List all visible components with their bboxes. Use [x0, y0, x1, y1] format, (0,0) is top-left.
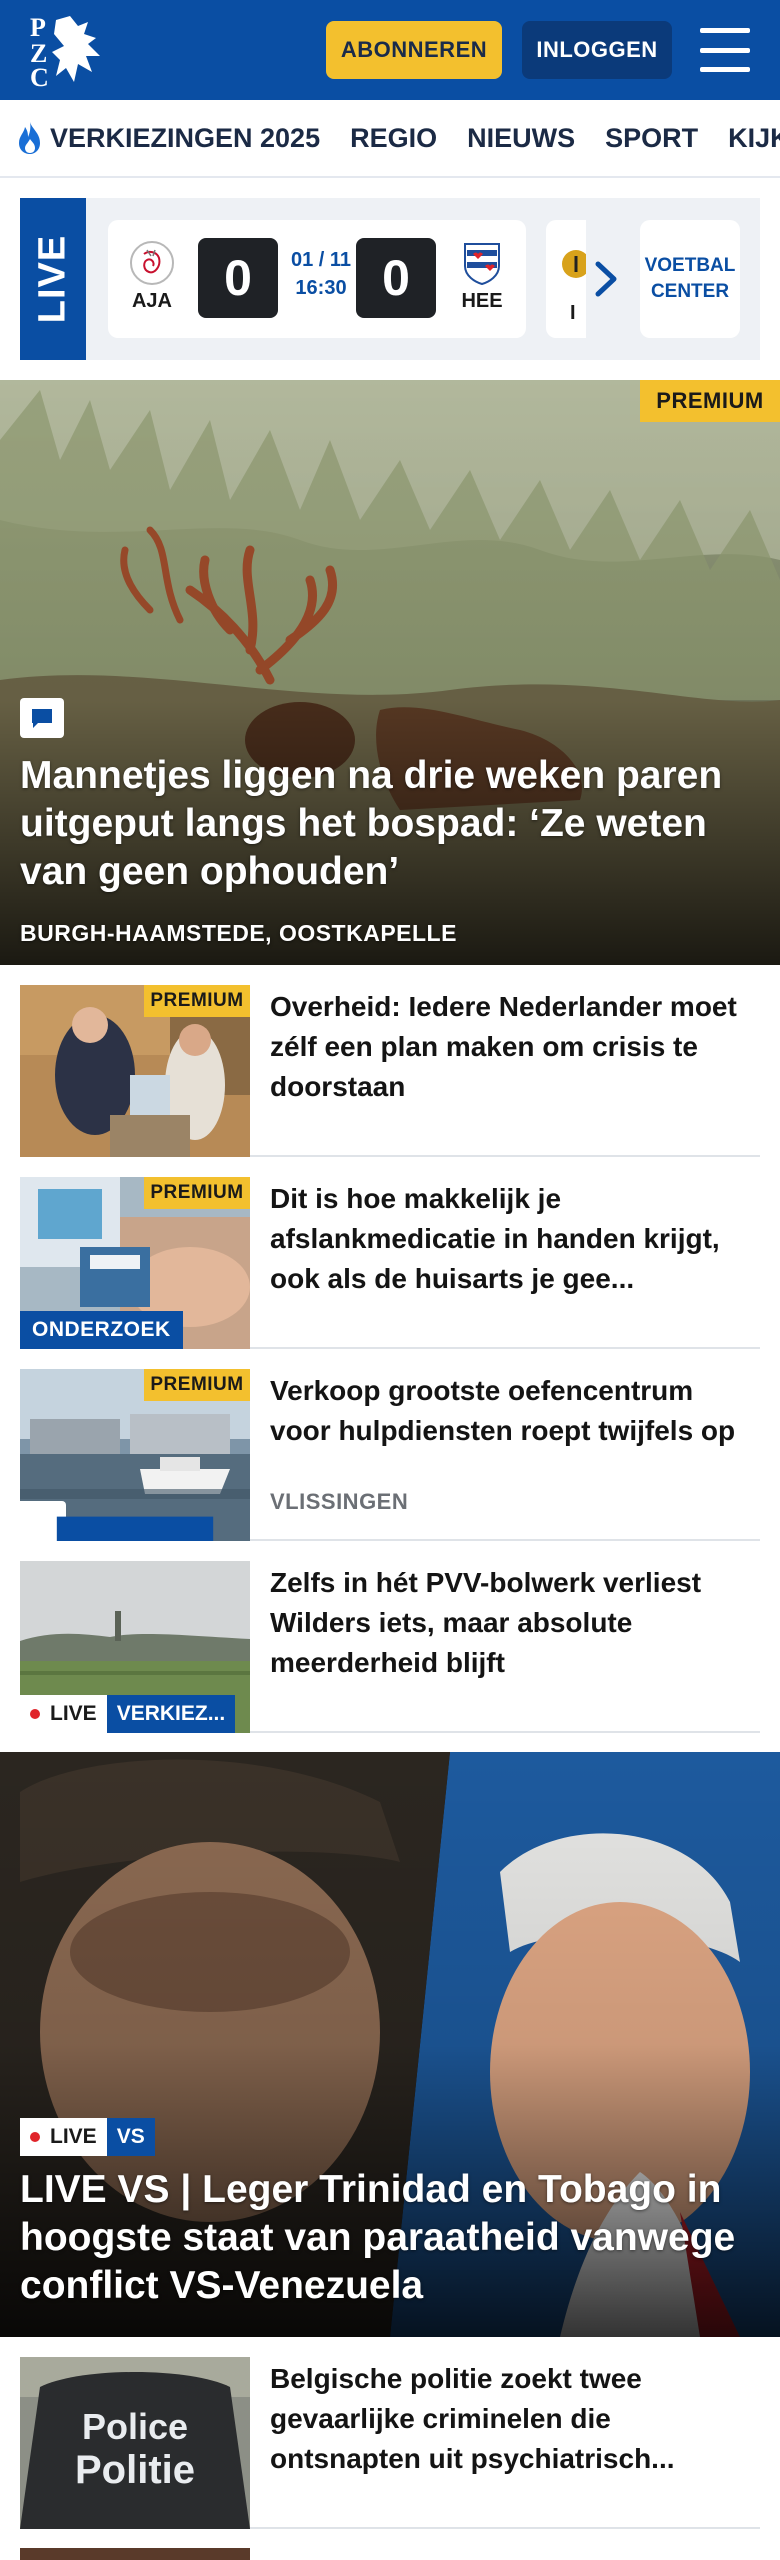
- live-badge: LIVE VERKIEZ...: [20, 1695, 236, 1733]
- article-thumbnail: PREMIUM ONDERZOEK: [20, 1177, 250, 1349]
- hero-location: BURGH-HAAMSTEDE, OOSTKAPELLE: [20, 920, 457, 946]
- next-article-thumbnail-partial: [20, 2548, 250, 2560]
- article-item[interactable]: LIVE VERKIEZ... Zelfs in hét PVV-bolwerk…: [20, 1541, 760, 1733]
- away-club: HEE: [452, 240, 512, 313]
- premium-badge: PREMIUM: [640, 380, 780, 422]
- article-title: Dit is hoe makkelijk je afslankmedicatie…: [270, 1183, 720, 1294]
- hero-title: Mannetjes liggen na drie weken paren uit…: [20, 754, 723, 893]
- main-navigation: VERKIEZINGEN 2025 REGIO NIEUWS SPORT KIJ…: [0, 100, 780, 178]
- chevron-right-icon[interactable]: [588, 256, 624, 302]
- live-tab[interactable]: LIVE: [20, 198, 86, 360]
- premium-badge: PREMIUM: [144, 985, 250, 1017]
- article-title: Belgische politie zoekt twee gevaarlijke…: [270, 2363, 675, 2474]
- voetbal-center-line1: VOETBAL: [644, 255, 736, 276]
- article-item[interactable]: Police Politie Belgische politie zoekt t…: [20, 2337, 760, 2529]
- voetbal-center-link[interactable]: VOETBAL CENTER: [640, 220, 740, 338]
- live-dot-icon: [30, 1709, 40, 1719]
- article-title: Verkoop grootste oefencentrum voor hulpd…: [270, 1375, 736, 1446]
- nav-label: VERKIEZINGEN 2025: [50, 122, 321, 153]
- site-header: P Z C ABONNEREN INLOGGEN: [0, 0, 780, 100]
- next-match-team-partial: I: [570, 302, 576, 324]
- featured-article-title: LIVE VS | Leger Trinidad en Tobago in ho…: [20, 2168, 736, 2307]
- category-label: ONDERZOEK: [20, 1311, 183, 1349]
- match-time: 16:30: [295, 277, 347, 299]
- hero-article[interactable]: PREMIUM Mannetjes liggen na drie weken p…: [0, 380, 780, 965]
- article-thumbnail: Police Politie: [20, 2357, 250, 2529]
- article-thumbnail: LIVE VERKIEZ...: [20, 1561, 250, 1733]
- featured-article[interactable]: LIVE VS LIVE VS | Leger Trinidad en Toba…: [0, 1752, 780, 2337]
- voetbal-center-line2: CENTER: [650, 281, 730, 302]
- article-item[interactable]: PREMIUM Overheid: Iedere Nederlander moe…: [20, 965, 760, 1157]
- nav-item-nieuws[interactable]: NIEUWS: [467, 123, 575, 154]
- away-score: 0: [356, 238, 436, 318]
- live-badge: LIVE VS: [20, 2118, 155, 2156]
- article-title: Zelfs in hét PVV-bolwerk verliest Wilder…: [270, 1567, 702, 1678]
- live-dot-icon: [30, 2132, 40, 2142]
- heerenveen-crest-icon: [464, 243, 500, 286]
- article-thumbnail: PREMIUM: [20, 1369, 250, 1541]
- article-item[interactable]: PREMIUM Verkoop grootste oefencentrum vo…: [20, 1349, 760, 1541]
- away-club-name: HEE: [461, 290, 503, 312]
- next-match-card-partial[interactable]: I: [546, 220, 586, 338]
- comment-icon: [20, 1501, 214, 1541]
- flame-icon: [19, 122, 40, 154]
- live-label: LIVE: [50, 1702, 97, 1725]
- article-location: VLISSINGEN: [270, 1489, 409, 1514]
- premium-badge: PREMIUM: [144, 1177, 250, 1209]
- police-text-line1: Police: [82, 2406, 188, 2447]
- premium-badge: PREMIUM: [144, 1369, 250, 1401]
- match-card[interactable]: AJA 0 01 / 11 16:30 0 HEE: [108, 220, 526, 338]
- svg-text:P: P: [30, 13, 46, 42]
- match-date: 01 / 11: [290, 249, 352, 271]
- home-score: 0: [198, 238, 278, 318]
- pzc-logo[interactable]: P Z C: [26, 12, 112, 92]
- live-score-bar: LIVE AJA 0 01 / 11 16:30 0 HEE I VOETBAL…: [20, 198, 760, 360]
- live-tab-label: LIVE: [31, 234, 74, 324]
- subscribe-button[interactable]: ABONNEREN: [326, 21, 502, 79]
- match-datetime: 01 / 11 16:30: [286, 246, 356, 302]
- svg-text:C: C: [30, 63, 49, 88]
- live-tag: VS: [106, 2118, 155, 2156]
- home-club-name: AJA: [131, 290, 172, 312]
- home-club: AJA: [122, 240, 182, 313]
- ajax-crest-icon: [130, 241, 174, 285]
- live-label: LIVE: [50, 2125, 97, 2148]
- police-text-line2: Politie: [75, 2448, 195, 2492]
- article-thumbnail: PREMIUM: [20, 985, 250, 1157]
- nav-item-verkiezingen[interactable]: VERKIEZINGEN 2025: [16, 121, 320, 155]
- article-image: Police Politie: [20, 2357, 250, 2529]
- nav-item-sport[interactable]: SPORT: [605, 123, 698, 154]
- nav-item-regio[interactable]: REGIO: [350, 123, 437, 154]
- login-button[interactable]: INLOGGEN: [522, 21, 672, 79]
- nav-item-kijk[interactable]: KIJK: [728, 123, 780, 154]
- article-item[interactable]: PREMIUM ONDERZOEK Dit is hoe makkelijk j…: [20, 1157, 760, 1349]
- hamburger-menu-icon[interactable]: [700, 28, 750, 72]
- article-title: Overheid: Iedere Nederlander moet zélf e…: [270, 991, 737, 1102]
- live-tag: VERKIEZ...: [106, 1695, 236, 1733]
- comment-icon: [20, 698, 64, 738]
